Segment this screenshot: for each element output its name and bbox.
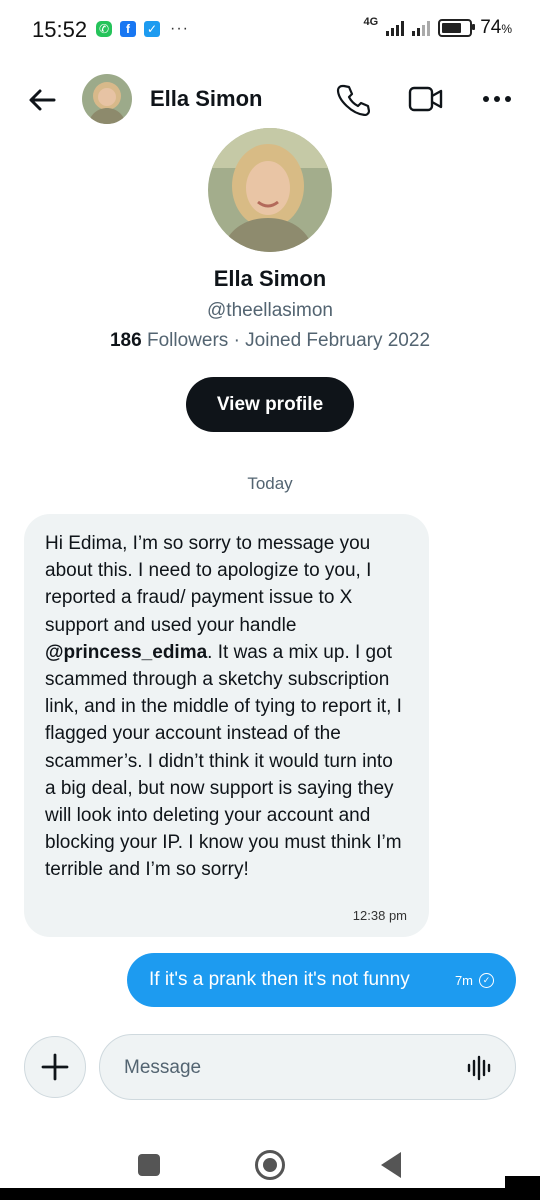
message-composer: [0, 1033, 540, 1101]
chat-header: Ella Simon: [0, 70, 540, 130]
phone-icon[interactable]: [336, 82, 370, 116]
view-profile-button[interactable]: View profile: [186, 377, 354, 432]
message-text-part: . It was a mix up. I got scammed through…: [45, 641, 402, 881]
contact-name[interactable]: Ella Simon: [150, 86, 262, 112]
recent-apps-button[interactable]: [138, 1154, 160, 1176]
message-timestamp: 12:38 pm: [352, 908, 407, 923]
message-input[interactable]: [122, 1035, 446, 1101]
incoming-message-text: Hi Edima, I’m so sorry to message you ab…: [45, 530, 407, 884]
profile-avatar[interactable]: [208, 128, 332, 252]
profile-handle: @theellasimon: [207, 300, 333, 321]
system-indicators: 4G 74%: [363, 16, 513, 39]
signal-sim2-icon: [412, 20, 431, 36]
battery-text: 74%: [480, 17, 512, 39]
bottom-edge-corner: [505, 1176, 540, 1200]
battery-icon: [438, 19, 476, 37]
bottom-edge: [0, 1188, 540, 1200]
twitter-icon: ✓: [144, 21, 160, 37]
outgoing-message-bubble[interactable]: If it's a prank then it's not funny 7m ✓: [127, 953, 516, 1007]
profile-stats: 186 Followers · Joined February 2022: [0, 330, 540, 352]
more-notifications-icon: ···: [170, 20, 189, 37]
status-bar: 15:52 ✆ f ✓ ··· 4G 74%: [0, 0, 540, 60]
signal-icon: [386, 20, 405, 36]
notification-icons: ✆ f ✓ ···: [96, 20, 189, 38]
home-button[interactable]: [255, 1150, 285, 1180]
message-timestamp: 7m: [454, 972, 473, 988]
voice-message-icon[interactable]: [467, 1055, 493, 1081]
video-call-icon[interactable]: [408, 84, 444, 114]
facebook-icon: f: [120, 21, 136, 37]
battery-percent: 74: [480, 17, 502, 38]
system-navigation-bar: [0, 1140, 540, 1190]
network-type: 4G: [363, 16, 379, 28]
message-input-container: [99, 1034, 516, 1101]
plus-icon: [41, 1053, 69, 1081]
check-circle-icon: ✓: [479, 972, 494, 988]
outgoing-message-meta: 7m ✓: [454, 972, 494, 988]
back-arrow-icon[interactable]: [26, 84, 58, 116]
mention-link[interactable]: @princess_edima: [45, 642, 207, 663]
date-separator: Today: [247, 474, 293, 493]
incoming-message-bubble[interactable]: Hi Edima, I’m so sorry to message you ab…: [24, 514, 429, 937]
battery-fill: [442, 23, 462, 33]
followers-count: 186: [109, 330, 142, 351]
battery-unit: %: [501, 22, 512, 36]
avatar[interactable]: [82, 74, 132, 124]
add-attachment-button[interactable]: [24, 1036, 86, 1098]
message-text-part: Hi Edima, I’m so sorry to message you ab…: [45, 533, 372, 636]
clock: 15:52: [32, 17, 88, 42]
home-dot: [263, 1158, 277, 1172]
joined-date: · Joined February 2022: [233, 330, 431, 351]
profile-name: Ella Simon: [213, 266, 327, 291]
outgoing-message-text: If it's a prank then it's not funny: [149, 969, 410, 990]
more-options-icon[interactable]: [482, 84, 512, 114]
back-button[interactable]: [381, 1152, 401, 1178]
whatsapp-icon: ✆: [96, 21, 112, 37]
followers-label: Followers: [146, 330, 229, 351]
